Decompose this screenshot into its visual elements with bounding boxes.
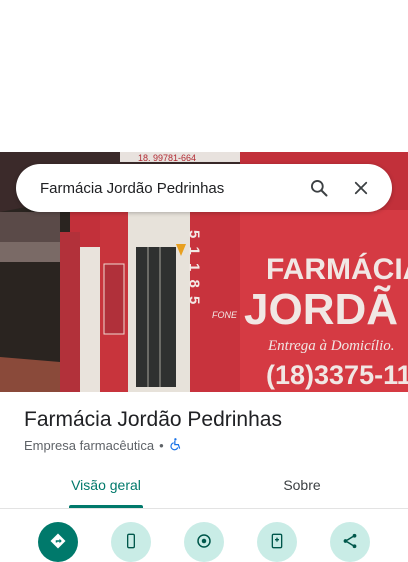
phone-icon — [127, 533, 135, 549]
share-button[interactable] — [330, 522, 370, 562]
nearby-button[interactable] — [184, 522, 224, 562]
search-input[interactable]: Farmácia Jordão Pedrinhas — [40, 180, 294, 197]
photo-fone-label-text: FONE — [212, 310, 238, 320]
photo-tagline-text: Entrega à Domicílio. — [267, 338, 395, 354]
photo-side-number-text: 5 1 1 8 5 — [186, 230, 203, 306]
call-button[interactable] — [111, 522, 151, 562]
tab-about[interactable]: Sobre — [232, 468, 372, 508]
place-title: Farmácia Jordão Pedrinhas — [24, 408, 282, 431]
search-icon[interactable] — [302, 171, 336, 205]
separator-dot: • — [159, 438, 164, 453]
place-tabs: Visão geral Sobre — [0, 468, 408, 508]
location-icon — [197, 534, 211, 548]
wheelchair-icon — [169, 437, 183, 454]
directions-icon — [50, 533, 66, 549]
photo-name-line2-text: JORDÃ — [244, 284, 398, 334]
tabs-divider — [0, 508, 408, 509]
photo-phone-text: (18)3375-1185 — [266, 360, 408, 390]
directions-button[interactable] — [38, 522, 78, 562]
close-icon[interactable] — [344, 171, 378, 205]
save-icon — [271, 533, 283, 549]
place-category: Empresa farmacêutica — [24, 438, 155, 453]
photo-name-line1-text: FARMÁCIA — [266, 252, 408, 286]
photo-top-banner-text: 18. 99781-664 — [138, 153, 196, 163]
save-button[interactable] — [257, 522, 297, 562]
tab-overview[interactable]: Visão geral — [36, 468, 176, 508]
action-bar — [0, 520, 408, 562]
place-subtitle: Empresa farmacêutica • — [24, 437, 183, 454]
search-bar[interactable]: Farmácia Jordão Pedrinhas — [16, 164, 392, 212]
share-icon — [343, 533, 357, 549]
